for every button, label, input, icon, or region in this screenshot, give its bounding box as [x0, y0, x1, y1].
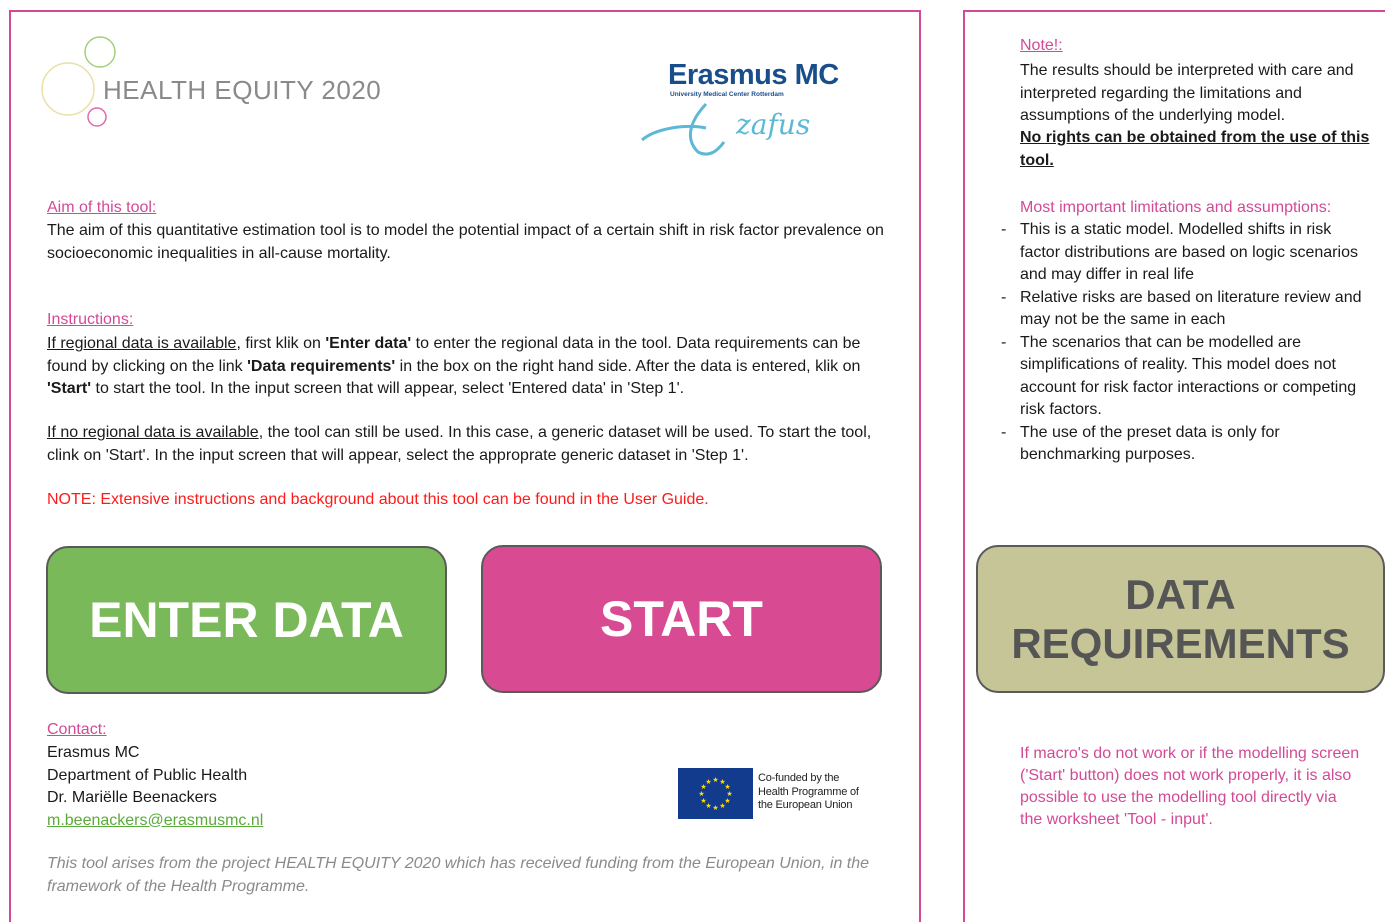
limitation-item: This is a static model. Modelled shifts …	[1001, 219, 1370, 287]
limitations-heading: Most important limitations and assumptio…	[1020, 199, 1332, 216]
no-rights-notice: No rights can be obtained from the use o…	[1020, 129, 1370, 169]
data-requirements-ref: 'Data requirements'	[247, 357, 396, 375]
contact-email-link[interactable]: m.beenackers@erasmusmc.nl	[47, 810, 263, 833]
data-requirements-button[interactable]: DATA REQUIREMENTS	[976, 545, 1385, 693]
erasmus-logo-subtitle: University Medical Center Rotterdam	[670, 91, 784, 98]
svg-text:★: ★	[698, 790, 704, 798]
svg-text:★: ★	[700, 797, 706, 805]
data-requirements-label-2: REQUIREMENTS	[1011, 620, 1350, 667]
eu-flag-icon: ★ ★ ★ ★ ★ ★ ★ ★ ★ ★ ★ ★	[678, 768, 753, 819]
limitation-item: The use of the preset data is only for b…	[1001, 422, 1370, 467]
instructions-paragraph-1: If regional data is available, first kli…	[47, 333, 892, 401]
data-requirements-label-1: DATA	[1125, 571, 1236, 618]
limitations-list: This is a static model. Modelled shifts …	[1001, 219, 1370, 467]
svg-text:★: ★	[712, 804, 718, 812]
enter-data-button[interactable]: ENTER DATA	[46, 546, 447, 694]
user-guide-note: NOTE: Extensive instructions and backgro…	[47, 491, 709, 508]
note-text: The results should be interpreted with c…	[1020, 62, 1354, 124]
instructions-text: in the box on the right hand side. After…	[395, 357, 861, 375]
erasmus-logo-name: Erasmus MC	[668, 59, 839, 91]
eu-text-line: the European Union	[758, 799, 853, 811]
aim-heading: Aim of this tool:	[47, 199, 157, 216]
note-heading: Note!:	[1020, 37, 1063, 54]
enter-data-ref: 'Enter data'	[325, 335, 412, 352]
instructions-text: to start the tool. In the input screen t…	[91, 380, 685, 397]
svg-text:★: ★	[712, 776, 718, 784]
start-button[interactable]: START	[481, 545, 882, 693]
aim-text: The aim of this quantitative estimation …	[47, 222, 884, 262]
contact-block: Erasmus MC Department of Public Health D…	[47, 742, 263, 832]
contact-person: Dr. Mariëlle Beenackers	[47, 789, 217, 806]
instructions-paragraph-2: If no regional data is available, the to…	[47, 422, 892, 467]
regional-data-available-link: If regional data is available	[47, 335, 237, 352]
start-ref: 'Start'	[47, 380, 92, 397]
svg-text:★: ★	[705, 778, 711, 786]
eu-stars-icon: ★ ★★ ★★★ ★★★ ★★★	[698, 776, 732, 812]
instructions-text: , first klik on	[236, 335, 326, 352]
contact-department: Department of Public Health	[47, 766, 248, 784]
limitation-item: Relative risks are based on literature r…	[1001, 287, 1370, 332]
eu-cofunded-text: Co-funded by the Health Programme of the…	[758, 772, 859, 813]
eu-text-line: Co-funded by the	[758, 772, 840, 784]
health-equity-logo-text: HEALTH EQUITY 2020	[103, 75, 382, 105]
contact-org: Erasmus MC	[47, 744, 140, 761]
svg-text:★: ★	[719, 802, 725, 810]
erasmus-logo-script-icon: zafus	[641, 102, 810, 156]
macro-note: If macro's do not work or if the modelli…	[1020, 745, 1360, 828]
limitation-item: The scenarios that can be modelled are s…	[1001, 332, 1370, 422]
instructions-heading: Instructions:	[47, 311, 134, 328]
erasmus-logo-script: zafus	[735, 108, 810, 141]
funding-footer: This tool arises from the project HEALTH…	[47, 855, 870, 895]
eu-text-line: Health Programme of	[758, 785, 859, 798]
no-regional-data-link: If no regional data is available	[47, 424, 259, 441]
contact-heading: Contact:	[47, 721, 107, 738]
